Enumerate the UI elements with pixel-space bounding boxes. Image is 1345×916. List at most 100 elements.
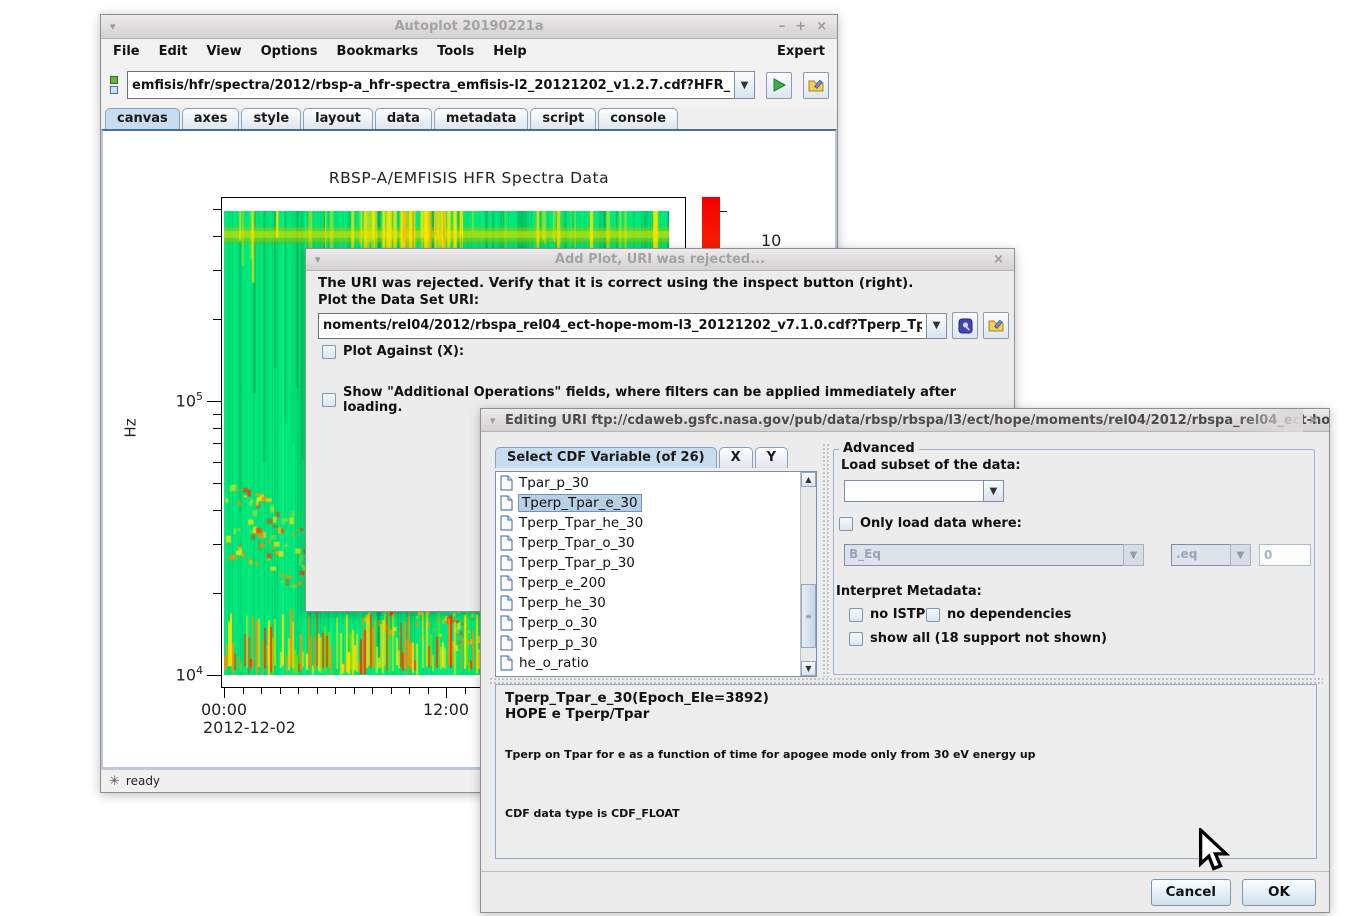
main-titlebar[interactable]: ▾ Autoplot 20190221a – + × [101,15,837,39]
menu-edit[interactable]: Edit [159,44,188,59]
variable-item-Tperp_Tpar_e_30[interactable]: Tperp_Tpar_e_30 [496,493,800,513]
variable-item-Tpar_p_30[interactable]: Tpar_p_30 [496,473,800,493]
tab-canvas[interactable]: canvas [105,108,180,129]
inspect-button[interactable] [952,312,978,339]
play-icon [772,78,786,92]
tab-metadata[interactable]: metadata [434,108,528,129]
x-tick [391,688,392,694]
where-field-arrow[interactable]: ▼ [1123,544,1144,566]
close-icon[interactable]: × [1308,413,1319,428]
menu-view[interactable]: View [206,44,241,59]
menu-file[interactable]: File [113,44,140,59]
open-file-button[interactable] [983,312,1009,339]
tab-console[interactable]: console [598,108,678,129]
dataset-uri-input[interactable] [318,313,926,339]
list-scrollbar[interactable]: ▲ ≡ ▼ [800,472,816,676]
no-dependencies-checkbox[interactable] [926,608,940,622]
tab-y[interactable]: Y [755,447,788,468]
file-icon [500,515,513,531]
datasource-type-icon[interactable] [109,75,121,95]
tab-script[interactable]: script [530,108,596,129]
show-all-checkbox[interactable] [849,632,863,646]
y-minor-tick [213,510,221,511]
x-tick [243,688,244,694]
close-icon[interactable]: × [993,252,1004,267]
where-value-field[interactable] [1259,544,1311,566]
file-icon [500,535,513,551]
x-tick [317,688,318,694]
load-subset-label: Load subset of the data: [841,458,1021,473]
cdf-variable-list[interactable]: Tpar_p_30Tperp_Tpar_e_30Tperp_Tpar_he_30… [495,471,817,677]
where-field-combo[interactable]: B_Eq ▼ [844,544,1144,566]
plot-title: RBSP-A/EMFISIS HFR Spectra Data [103,169,835,187]
tab-axes[interactable]: axes [182,108,240,129]
tab-x[interactable]: X [719,447,753,468]
address-toolbar: ▼ [101,63,837,107]
no-dependencies-row: no dependencies [926,607,1071,622]
tab-data[interactable]: data [375,108,432,129]
inspect-uri-button[interactable] [803,72,829,99]
y-minor-tick [213,319,221,320]
y-minor-tick [213,428,221,429]
close-icon[interactable]: × [816,19,827,34]
horizontal-splitter[interactable] [489,677,1323,684]
x-tick [354,688,355,694]
colorbar-tick [720,211,727,212]
uri-dropdown-button[interactable]: ▼ [734,71,755,99]
y-minor-tick [213,544,221,545]
minimize-icon[interactable]: – [779,19,786,34]
subset-combo[interactable]: ▼ [844,480,1004,502]
variable-item-Tperp_he_30[interactable]: Tperp_he_30 [496,593,800,613]
scrollbar-thumb[interactable]: ≡ [801,584,816,648]
advanced-group-label: Advanced [839,441,919,456]
scroll-down-button[interactable]: ▼ [801,661,816,676]
variable-item-Tperp_p_30[interactable]: Tperp_p_30 [496,633,800,653]
plot-go-button[interactable] [766,72,792,99]
y-minor-tick [213,236,221,237]
variable-item-Tperp_Tpar_p_30[interactable]: Tperp_Tpar_p_30 [496,553,800,573]
editing-titlebar[interactable]: ▾ Editing URI ftp://cdaweb.gsfc.nasa.gov… [481,409,1329,432]
variable-item-he_o_ratio[interactable]: he_o_ratio [496,653,800,673]
plot-against-checkbox[interactable] [322,345,336,359]
ok-button[interactable]: OK [1242,879,1316,906]
scroll-up-button[interactable]: ▲ [801,472,816,487]
interpret-metadata-label: Interpret Metadata: [836,584,982,599]
no-istp-checkbox[interactable] [849,608,863,622]
where-field-value[interactable]: B_Eq [844,544,1123,566]
tab-select-cdf-variable[interactable]: Select CDF Variable (of 26) [495,447,717,468]
menu-options[interactable]: Options [261,44,318,59]
tab-layout[interactable]: layout [303,108,373,129]
where-op-arrow[interactable]: ▼ [1230,544,1251,566]
where-op-combo[interactable]: .eq ▼ [1171,544,1251,566]
variable-item-Tperp_Tpar_he_30[interactable]: Tperp_Tpar_he_30 [496,513,800,533]
mouse-cursor [1196,828,1230,872]
menu-help[interactable]: Help [493,44,526,59]
menu-bookmarks[interactable]: Bookmarks [337,44,419,59]
folder-edit-icon [988,318,1004,333]
subset-combo-arrow[interactable]: ▼ [983,480,1004,502]
y-minor-tick [213,483,221,484]
show-operations-checkbox[interactable] [322,393,336,407]
cancel-button[interactable]: Cancel [1151,879,1231,906]
expert-menu[interactable]: Expert [777,44,825,59]
where-op-value[interactable]: .eq [1171,544,1230,566]
file-icon [500,555,513,571]
variable-item-Tperp_o_30[interactable]: Tperp_o_30 [496,613,800,633]
maximize-icon[interactable]: + [795,19,806,34]
file-icon [500,635,513,651]
uri-dropdown-button[interactable]: ▼ [926,313,947,339]
y-minor-tick [213,443,221,444]
uri-input[interactable] [127,71,734,99]
variable-item-Tperp_Tpar_o_30[interactable]: Tperp_Tpar_o_30 [496,533,800,553]
folder-edit-icon [808,78,824,93]
y-tick-label: 105 [157,390,203,410]
variable-item-Tperp_e_200[interactable]: Tperp_e_200 [496,573,800,593]
only-load-checkbox[interactable] [839,517,853,531]
tab-style[interactable]: style [241,108,301,129]
file-icon [500,595,513,611]
vertical-splitter[interactable] [822,443,829,677]
no-istp-label: no ISTP [870,607,925,622]
subset-combo-value[interactable] [844,480,983,502]
add-plot-titlebar[interactable]: ▾ Add Plot, URI was rejected... × [306,249,1014,271]
menu-tools[interactable]: Tools [437,44,474,59]
